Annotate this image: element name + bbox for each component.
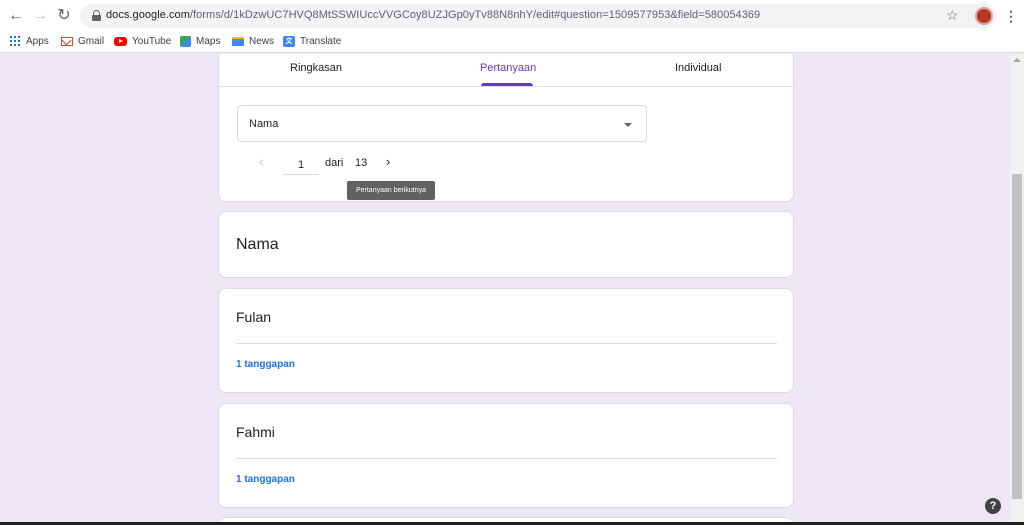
lock-icon	[92, 10, 101, 21]
gmail-icon	[61, 36, 73, 46]
tab-summary[interactable]: Ringkasan	[290, 62, 342, 74]
response-count-link[interactable]: 1 tanggapan	[236, 359, 295, 370]
menu-kebab-icon[interactable]: ⋮	[1004, 6, 1018, 26]
chevron-left-icon[interactable]: ‹	[259, 154, 263, 169]
reload-icon[interactable]: ↻	[54, 6, 74, 26]
response-answer: Fahmi	[236, 424, 275, 440]
dropdown-caret-icon	[624, 123, 632, 127]
scrollbar-thumb[interactable]	[1012, 174, 1022, 499]
back-icon[interactable]: ←	[6, 6, 26, 26]
bookmark-apps[interactable]: Apps	[10, 35, 49, 51]
help-icon[interactable]: ?	[985, 498, 1001, 514]
divider	[236, 458, 777, 459]
bookmarks-bar: Apps Gmail YouTube Maps News 文 Translate	[0, 32, 1024, 53]
bookmark-youtube[interactable]: YouTube	[114, 35, 171, 51]
maps-icon	[180, 35, 191, 47]
page-scrollbar[interactable]	[1010, 54, 1024, 525]
active-tab-indicator	[481, 83, 533, 86]
response-card: Fahmi 1 tanggapan	[218, 403, 794, 508]
response-card: Fulan 1 tanggapan	[218, 288, 794, 393]
question-number-input[interactable]	[283, 155, 319, 175]
address-bar[interactable]: docs.google.com/forms/d/1kDzwUC7HVQ8MtSS…	[80, 4, 996, 28]
chevron-right-icon[interactable]: ›	[386, 154, 390, 169]
tab-individual[interactable]: Individual	[675, 62, 721, 74]
bookmark-news[interactable]: News	[232, 35, 274, 51]
scroll-up-arrow-icon[interactable]	[1013, 58, 1021, 62]
news-icon	[232, 36, 244, 46]
translate-icon: 文	[283, 35, 295, 47]
browser-toolbar: ← → ↻ docs.google.com/forms/d/1kDzwUC7HV…	[0, 0, 1024, 32]
responses-tabs: Ringkasan Pertanyaan Individual	[219, 54, 795, 87]
url-text: docs.google.com/forms/d/1kDzwUC7HVQ8MtSS…	[106, 9, 761, 21]
question-select[interactable]: Nama	[237, 105, 647, 142]
question-title-card: Nama	[218, 211, 794, 278]
bookmark-star-icon[interactable]: ☆	[946, 7, 959, 23]
question-title: Nama	[236, 236, 279, 253]
youtube-icon	[114, 36, 127, 46]
tab-question[interactable]: Pertanyaan	[480, 62, 536, 74]
pager-total: 13	[355, 157, 368, 169]
profile-avatar[interactable]	[975, 7, 993, 25]
question-select-value: Nama	[249, 118, 279, 130]
next-question-tooltip: Pertanyaan berikutnya	[347, 181, 435, 200]
bookmark-gmail[interactable]: Gmail	[61, 35, 104, 51]
divider	[236, 343, 777, 344]
bookmark-translate[interactable]: 文 Translate	[283, 35, 341, 51]
responses-header-card: Ringkasan Pertanyaan Individual Nama ‹ d…	[218, 54, 795, 202]
forward-icon[interactable]: →	[30, 6, 50, 26]
bookmark-maps[interactable]: Maps	[180, 35, 220, 51]
apps-grid-icon	[10, 36, 20, 47]
response-count-link[interactable]: 1 tanggapan	[236, 474, 295, 485]
response-answer: Fulan	[236, 309, 272, 325]
pager-of-label: dari	[325, 157, 344, 169]
